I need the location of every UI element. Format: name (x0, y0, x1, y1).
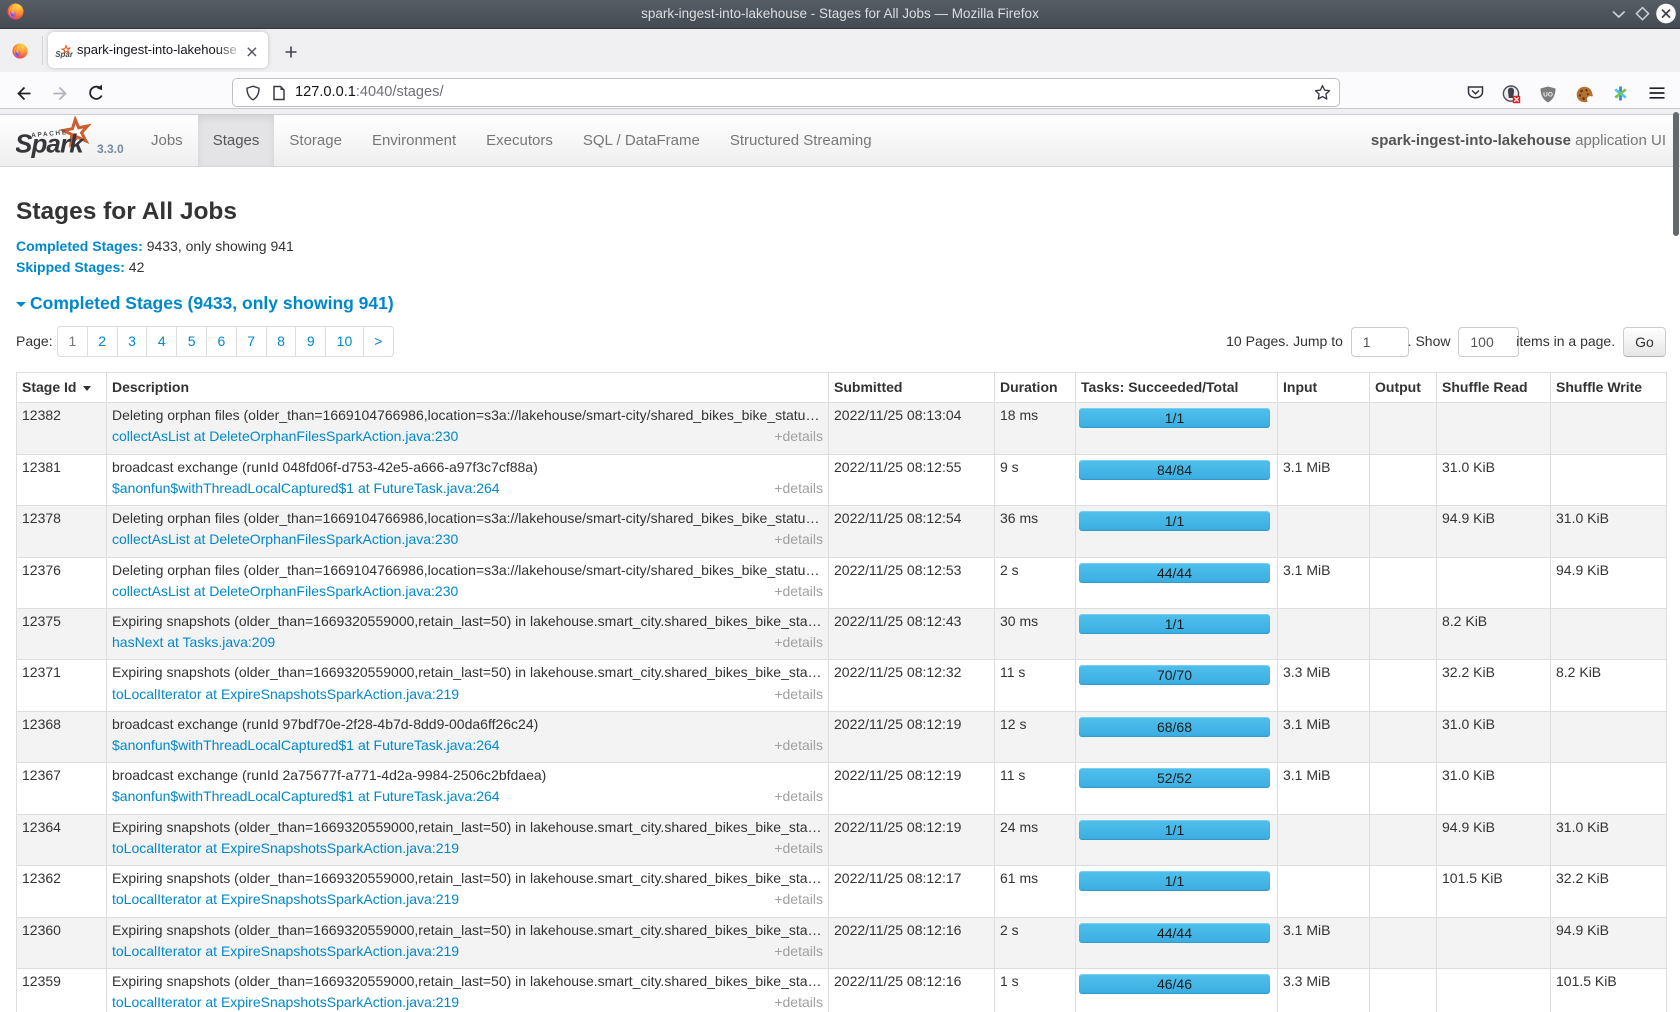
svg-text:Spark: Spark (55, 50, 73, 59)
svg-text:UO: UO (1543, 91, 1553, 98)
